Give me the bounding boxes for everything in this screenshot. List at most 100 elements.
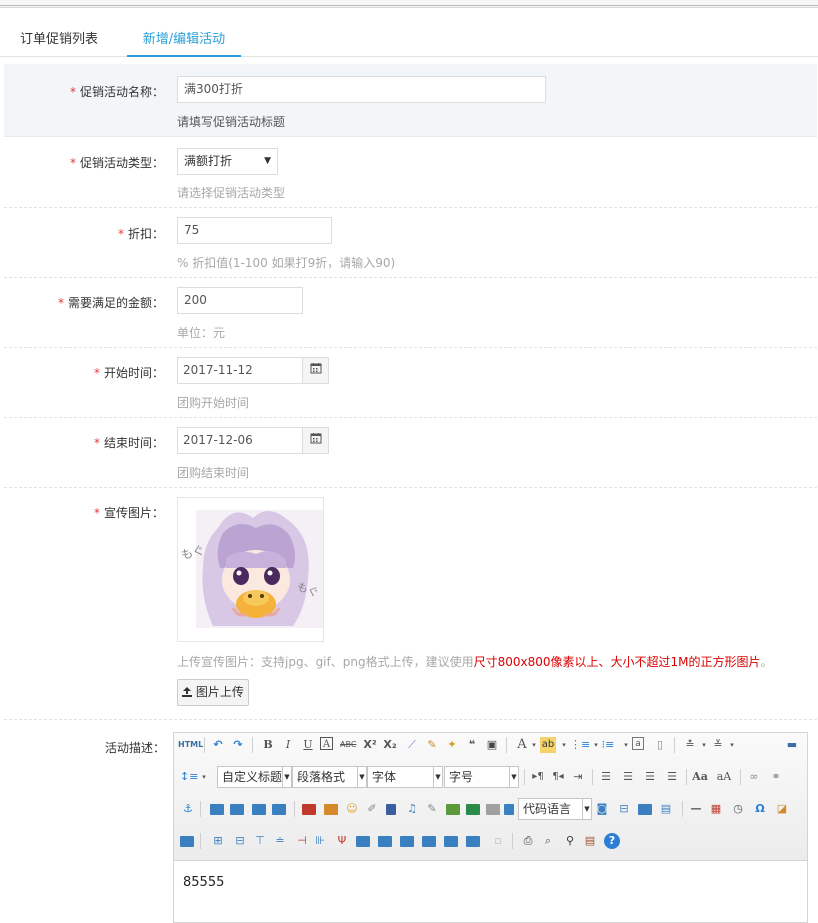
special-char-icon[interactable]: Ω <box>752 801 768 817</box>
anchor-icon[interactable]: ⚓ <box>180 801 196 817</box>
unlink-icon[interactable]: ⚭ <box>768 769 784 785</box>
undo-icon[interactable]: ↶ <box>210 737 226 753</box>
insert-frame-icon[interactable] <box>486 804 500 815</box>
align-right-icon[interactable]: ☰ <box>642 769 658 785</box>
image-float-right-icon[interactable] <box>252 804 266 815</box>
rich-text-editor[interactable]: HTML ↶ ↷ B I U A ABC X² X₂ ⟋ ✎ ✦ ❝ ▣ A ▾… <box>173 732 808 923</box>
paste-plain-icon[interactable]: ▣ <box>484 737 500 753</box>
editor-content[interactable]: 85555 <box>183 875 224 890</box>
image-center-icon[interactable] <box>272 804 286 815</box>
start-date-field[interactable]: 2017-11-12 <box>177 357 329 384</box>
print-icon[interactable]: ⎙ <box>520 833 536 849</box>
split-cols-icon[interactable] <box>466 836 480 847</box>
map-icon[interactable] <box>446 804 460 815</box>
ltr-icon[interactable]: ▸¶ <box>530 769 546 785</box>
form-row-name: * 促销活动名称： 满300打折 请填写促销活动标题 <box>4 64 817 137</box>
multi-image-icon[interactable] <box>324 804 338 815</box>
promo-image-preview[interactable]: もぐ もぐ <box>177 497 324 642</box>
insert-table-icon[interactable]: ⊞ <box>210 833 226 849</box>
strikethrough-icon[interactable]: ABC <box>340 737 356 753</box>
bold-icon[interactable]: B <box>260 737 276 753</box>
template-icon[interactable] <box>638 804 652 815</box>
html-source-button[interactable]: HTML <box>178 737 203 753</box>
insert-col-icon[interactable]: ⊪ <box>312 833 328 849</box>
subscript-icon[interactable]: X₂ <box>382 737 398 753</box>
web-app-icon[interactable]: ◙ <box>594 801 610 817</box>
help-icon[interactable]: ? <box>604 833 620 849</box>
image-float-left-icon[interactable] <box>230 804 244 815</box>
upload-image-button[interactable]: 图片上传 <box>177 679 249 706</box>
rtl-icon[interactable]: ¶◂ <box>550 769 566 785</box>
merge-cells-icon[interactable] <box>356 836 370 847</box>
fullscreen-icon[interactable]: ▬ <box>784 737 800 753</box>
align-left-icon[interactable]: ☰ <box>598 769 614 785</box>
time-icon[interactable]: ◷ <box>730 801 746 817</box>
end-date-field[interactable]: 2017-12-06 <box>177 427 329 454</box>
insert-row-icon[interactable]: ≐ <box>272 833 288 849</box>
merge-down-icon[interactable] <box>400 836 414 847</box>
google-map-icon[interactable] <box>466 804 480 815</box>
clear-format-icon[interactable]: ✎ <box>424 737 440 753</box>
attachment-icon[interactable]: ✎ <box>424 801 440 817</box>
chart-icon[interactable]: ▫ <box>490 833 506 849</box>
paragraph-format-select[interactable]: 段落格式 ▼ <box>292 766 367 788</box>
font-size-select[interactable]: 字号 ▼ <box>444 766 519 788</box>
delete-table-icon[interactable]: ⊟ <box>232 833 248 849</box>
merge-right-icon[interactable] <box>378 836 392 847</box>
tab-add-edit-activity[interactable]: 新增/编辑活动 <box>127 22 241 57</box>
name-input[interactable]: 满300打折 <box>177 76 546 103</box>
drafts-icon[interactable]: ▤ <box>582 833 598 849</box>
blockquote-icon[interactable]: ❝ <box>464 737 480 753</box>
delete-row-icon[interactable]: ⊣ <box>294 833 310 849</box>
type-select[interactable]: 满额打折 ▼ <box>177 148 278 175</box>
chevron-down-icon[interactable]: ▾ <box>196 769 212 785</box>
discount-input[interactable]: 75 <box>177 217 332 244</box>
custom-title-select[interactable]: 自定义标题 ▼ <box>217 766 292 788</box>
chevron-down-icon[interactable]: ▾ <box>724 737 740 753</box>
tab-order-promotion-list[interactable]: 订单促销列表 <box>20 22 98 57</box>
search-replace-icon[interactable]: ⚲ <box>562 833 578 849</box>
word-image-icon[interactable] <box>180 836 194 847</box>
horizontal-rule-icon[interactable]: — <box>688 801 704 817</box>
select-all-icon[interactable]: a <box>632 737 644 750</box>
redo-icon[interactable]: ↷ <box>230 737 246 753</box>
uppercase-icon[interactable]: Aa <box>692 769 708 785</box>
insert-video-icon[interactable] <box>386 804 396 815</box>
insert-paragraph-before-table-icon[interactable]: ⊤ <box>252 833 268 849</box>
font-family-select[interactable]: 字体 ▼ <box>367 766 443 788</box>
format-match-icon[interactable]: ⟋ <box>404 737 420 753</box>
preview-icon[interactable]: ⌕ <box>540 833 556 849</box>
ordered-list-icon[interactable]: ⋮≡ <box>570 737 590 753</box>
split-cells-icon[interactable] <box>422 836 436 847</box>
font-border-icon[interactable]: A <box>320 737 333 750</box>
wordimage-icon[interactable]: ◪ <box>774 801 790 817</box>
indent-icon[interactable]: ⇥ <box>570 769 586 785</box>
date-icon[interactable]: ▦ <box>708 801 724 817</box>
align-center-icon[interactable]: ☰ <box>620 769 636 785</box>
underline-icon[interactable]: U <box>300 737 316 753</box>
lowercase-icon[interactable]: aA <box>716 769 732 785</box>
background-color-icon[interactable]: ab <box>540 737 556 753</box>
insert-code-icon[interactable] <box>504 804 514 815</box>
music-icon[interactable]: ♫ <box>404 801 420 817</box>
clear-document-icon[interactable]: ▯ <box>652 737 668 753</box>
line-height-icon[interactable]: ↕≡ <box>180 769 198 785</box>
code-language-select[interactable]: 代码语言 ▼ <box>518 798 592 820</box>
emotion-icon[interactable]: ☺ <box>344 801 360 817</box>
auto-typeset-icon[interactable]: ✦ <box>444 737 460 753</box>
simple-upload-icon[interactable] <box>302 804 316 815</box>
italic-icon[interactable]: I <box>280 737 296 753</box>
image-float-none-icon[interactable] <box>210 804 224 815</box>
amount-input[interactable]: 200 <box>177 287 303 314</box>
background-icon[interactable]: ▤ <box>658 801 674 817</box>
split-rows-icon[interactable] <box>444 836 458 847</box>
calendar-icon[interactable] <box>302 358 328 383</box>
delete-col-icon[interactable]: Ψ <box>334 833 350 849</box>
calendar-icon[interactable] <box>302 428 328 453</box>
scrawl-icon[interactable]: ✐ <box>364 801 380 817</box>
page-break-icon[interactable]: ⊟ <box>616 801 632 817</box>
link-icon[interactable]: ∞ <box>746 769 762 785</box>
unordered-list-icon[interactable]: ⁝≡ <box>600 737 616 753</box>
align-justify-icon[interactable]: ☰ <box>664 769 680 785</box>
superscript-icon[interactable]: X² <box>362 737 378 753</box>
